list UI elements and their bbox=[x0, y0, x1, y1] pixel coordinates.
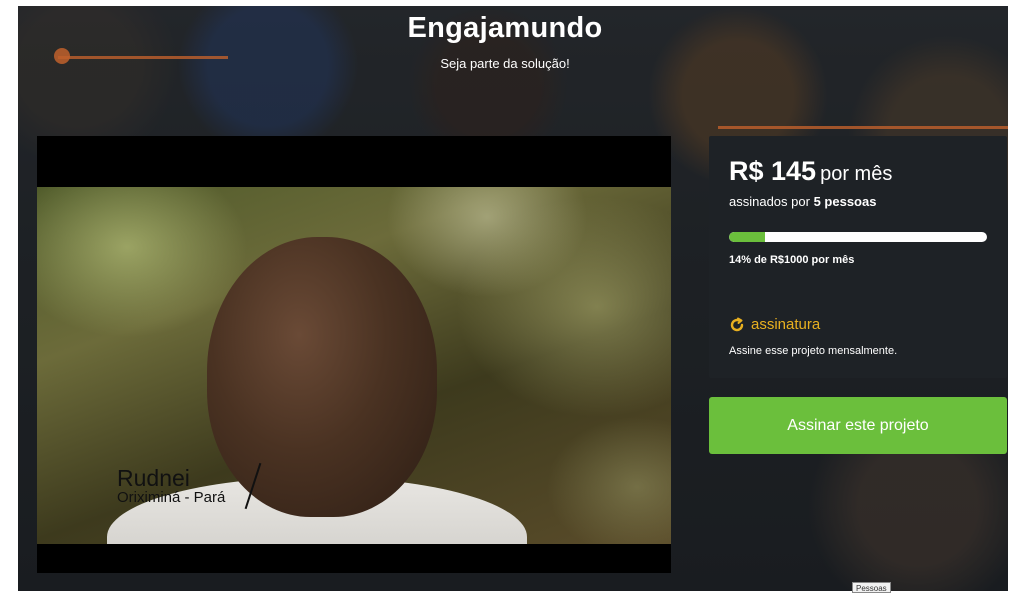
tooltip: Pessoas bbox=[852, 582, 891, 593]
signed-prefix: assinados por bbox=[729, 194, 810, 209]
progress-bar bbox=[729, 232, 987, 242]
decorative-line bbox=[718, 126, 1008, 129]
progress-text: 14% de R$1000 por mês bbox=[729, 254, 855, 266]
signed-count: 5 pessoas bbox=[813, 194, 877, 209]
video-player[interactable]: Rudnei Oriximiná - Pará bbox=[37, 136, 671, 573]
amount-period: por mês bbox=[820, 163, 893, 185]
page-title: Engajamundo bbox=[407, 12, 603, 44]
video-caption-name: Rudnei bbox=[117, 465, 190, 491]
subscribe-button[interactable]: Assinar este projeto bbox=[709, 397, 1007, 454]
refresh-icon bbox=[729, 317, 745, 333]
video-caption-place: Oriximiná - Pará bbox=[117, 489, 226, 506]
subscription-label: assinatura bbox=[751, 316, 821, 333]
subscription-row: assinatura bbox=[729, 316, 820, 333]
funding-amount: R$ 145 por mês bbox=[729, 156, 892, 187]
signed-by: assinados por 5 pessoas bbox=[729, 194, 876, 209]
video-frame: Rudnei Oriximiná - Pará bbox=[37, 187, 671, 544]
page-subtitle: Seja parte da solução! bbox=[440, 56, 570, 71]
progress-bar-fill bbox=[729, 232, 766, 242]
subscription-description: Assine esse projeto mensalmente. bbox=[729, 345, 898, 357]
amount-value: R$ 145 bbox=[729, 156, 817, 186]
person-head bbox=[207, 237, 437, 517]
funding-panel: R$ 145 por mês assinados por 5 pessoas 14… bbox=[709, 136, 1007, 378]
